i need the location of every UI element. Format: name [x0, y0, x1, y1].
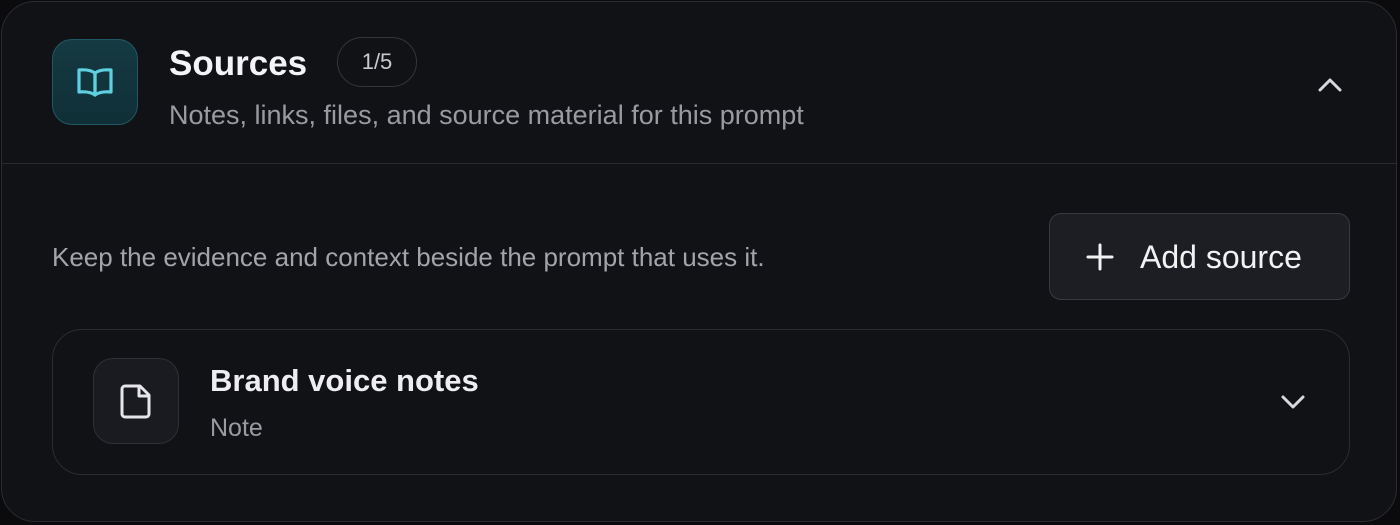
expand-source-button[interactable]	[1265, 374, 1321, 430]
chevron-up-icon	[1318, 78, 1342, 92]
add-source-button[interactable]: Add source	[1049, 213, 1350, 300]
chevron-down-icon	[1281, 395, 1305, 409]
plus-icon	[1086, 243, 1114, 271]
source-item[interactable]: Brand voice notes Note	[52, 329, 1350, 475]
page-subtitle: Notes, links, files, and source material…	[169, 100, 804, 130]
source-name: Brand voice notes	[210, 363, 479, 398]
add-source-label: Add source	[1140, 239, 1302, 275]
sources-panel: Sources 1/5 Notes, links, files, and sou…	[1, 1, 1397, 522]
count-badge: 1/5	[337, 37, 417, 87]
document-icon-tile	[93, 358, 179, 444]
sources-header: Sources 1/5 Notes, links, files, and sou…	[2, 2, 1396, 164]
intro-text: Keep the evidence and context beside the…	[52, 242, 765, 272]
source-type: Note	[210, 414, 263, 442]
page-title: Sources	[169, 44, 308, 83]
collapse-button[interactable]	[1302, 57, 1358, 113]
book-icon-tile	[52, 39, 138, 125]
document-icon	[120, 384, 151, 419]
book-icon	[77, 68, 113, 97]
